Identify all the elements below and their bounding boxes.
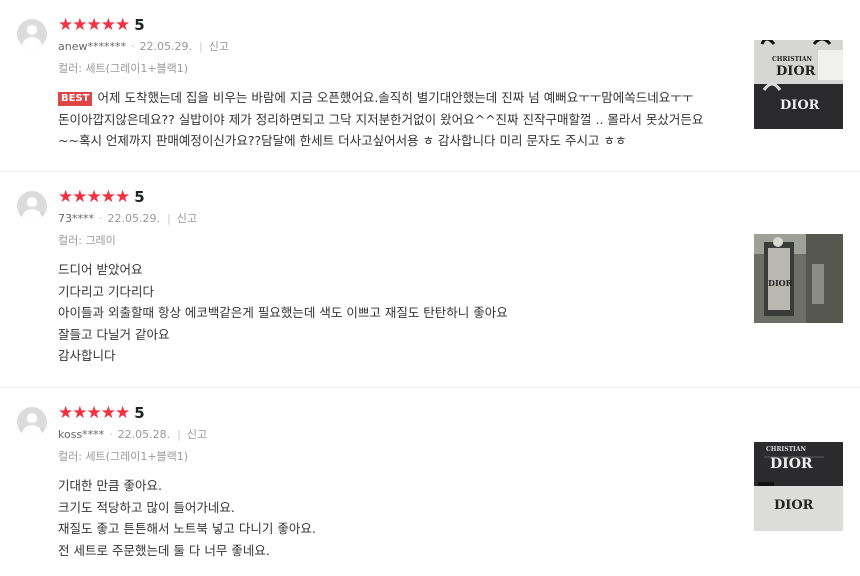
review-line: 감사합니다 <box>58 348 116 363</box>
star-rating-icon: ★★★★★ <box>58 187 130 207</box>
review-line: 드디어 받았어요 <box>58 262 143 277</box>
review-date: 22.05.28. <box>117 427 171 441</box>
photo-text: DIOR <box>774 498 814 513</box>
review-photo[interactable]: DIOR <box>754 234 843 323</box>
photo-text: DIOR <box>776 64 816 79</box>
review-content: BEST 어제 도착했는데 집을 비우는 바람에 지금 오픈했어요.솔직히 별기대… <box>58 87 733 152</box>
rating-score: 5 <box>134 404 145 422</box>
rating: ★★★★★ 5 <box>58 403 145 423</box>
photo-text: DIOR <box>768 278 793 288</box>
review-line: 재질도 좋고 튼튼해서 노트북 넣고 다니기 좋아요. <box>58 521 316 536</box>
review-item: ★★★★★ 5 koss**** · 22.05.28. | 신고 컬러: 세트… <box>0 388 860 576</box>
review-content: 기대한 만큼 좋아요. 크기도 적당하고 많이 들어가네요. 재질도 좋고 튼튼… <box>58 475 733 561</box>
review-meta: anew******* · 22.05.29. | 신고 <box>58 38 229 54</box>
review-line: 어제 도착했는데 집을 비우는 바람에 지금 오픈했어요.솔직히 별기대안했는데… <box>97 90 694 105</box>
rating-score: 5 <box>134 188 145 206</box>
avatar <box>17 407 47 437</box>
reviewer-id: 73**** <box>58 211 94 225</box>
best-badge: BEST <box>58 92 93 106</box>
star-rating-icon: ★★★★★ <box>58 403 130 423</box>
review-line: 기다리고 기다리다 <box>58 283 154 299</box>
review-line: 돈이아깝지않은데요?? 실밥이야 제가 정리하면되고 그닥 지저분한거없이 왔어… <box>58 111 704 127</box>
review-line: 크기도 적당하고 많이 들어가네요. <box>58 499 235 515</box>
reviewer-id: koss**** <box>58 427 105 441</box>
review-date: 22.05.29. <box>139 39 192 53</box>
review-line: 기대한 만큼 좋아요. <box>58 478 162 493</box>
photo-text: CHRISTIAN <box>772 56 812 63</box>
review-meta: 73**** · 22.05.29. | 신고 <box>58 210 197 226</box>
photo-text: DIOR <box>780 98 820 113</box>
review-photo[interactable]: CHRISTIAN DIOR DIOR <box>754 40 843 129</box>
product-option: 컬러: 그레이 <box>58 234 116 247</box>
review-date: 22.05.29. <box>107 211 160 225</box>
photo-text: CHRISTIAN <box>766 446 806 453</box>
photo-text: DIOR <box>770 456 813 472</box>
review-content: 드디어 받았어요 기다리고 기다리다 아이들과 외출할때 항상 에코백같은게 필… <box>58 259 733 367</box>
review-line: 전 세트로 주문했는데 둘 다 너무 좋네요. <box>58 542 270 558</box>
review-item: ★★★★★ 5 73**** · 22.05.29. | 신고 컬러: 그레이 … <box>0 172 860 388</box>
product-option: 컬러: 세트(그레이1+블랙1) <box>58 62 189 75</box>
report-button[interactable]: 신고 <box>177 210 197 226</box>
review-line: 잘들고 다닐거 같아요 <box>58 326 170 342</box>
review-item: ★★★★★ 5 anew******* · 22.05.29. | 신고 컬러:… <box>0 0 860 172</box>
reviewer-id: anew******* <box>58 39 126 53</box>
report-button[interactable]: 신고 <box>187 426 207 442</box>
avatar <box>17 19 47 49</box>
rating: ★★★★★ 5 <box>58 187 145 207</box>
report-button[interactable]: 신고 <box>209 38 229 54</box>
review-meta: koss**** · 22.05.28. | 신고 <box>58 426 208 442</box>
avatar <box>17 191 47 221</box>
star-rating-icon: ★★★★★ <box>58 15 130 35</box>
review-line: 아이들과 외출할때 항상 에코백같은게 필요했는데 색도 이쁘고 재질도 탄탄하… <box>58 305 508 320</box>
product-option: 컬러: 세트(그레이1+블랙1) <box>58 450 189 463</box>
rating-score: 5 <box>134 16 145 34</box>
rating: ★★★★★ 5 <box>58 15 145 35</box>
review-photo[interactable]: CHRISTIAN DIOR DIOR <box>754 442 843 531</box>
review-line: ~~혹시 언제까지 판매예정이신가요??담달에 한세트 더사고싶어서용 ㅎ 감사… <box>58 133 627 148</box>
